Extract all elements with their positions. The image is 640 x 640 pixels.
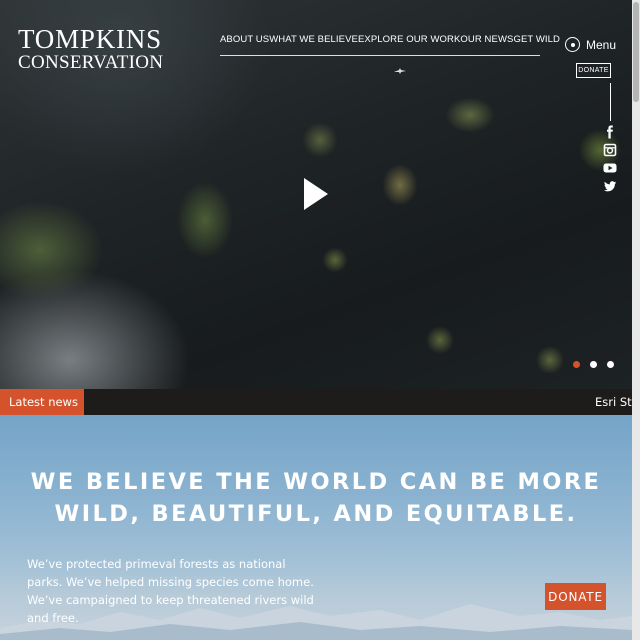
mission-section: WE BELIEVE THE WORLD CAN BE MORE WILD, B…: [0, 415, 632, 640]
main-nav: ABOUT US WHAT WE BELIEVE EXPLORE OUR WOR…: [220, 34, 560, 56]
nav-explore-our-work[interactable]: EXPLORE OUR WORK: [358, 34, 460, 45]
slider-dots: [573, 361, 624, 368]
latest-news-label[interactable]: Latest news: [0, 389, 84, 415]
menu-button[interactable]: Menu: [565, 37, 616, 52]
instagram-icon[interactable]: [603, 143, 617, 157]
nav-about-us[interactable]: ABOUT US: [220, 34, 269, 45]
slide-dot-3[interactable]: [607, 361, 614, 368]
twitter-icon[interactable]: [603, 179, 617, 193]
logo-line-2: CONSERVATION: [18, 52, 164, 73]
donate-button[interactable]: DONATE: [545, 583, 606, 610]
play-icon[interactable]: [302, 176, 330, 212]
bird-decoration: [394, 68, 406, 74]
facebook-icon[interactable]: [603, 125, 617, 139]
nav-get-wild[interactable]: GET WILD: [513, 34, 560, 45]
social-links: [603, 125, 617, 197]
mission-body: We’ve protected primeval forests as nati…: [27, 557, 314, 625]
nav-our-news[interactable]: OUR NEWS: [460, 34, 513, 45]
mission-headline: WE BELIEVE THE WORLD CAN BE MORE WILD, B…: [0, 467, 632, 530]
slide-dot-2[interactable]: [590, 361, 597, 368]
scrollbar-thumb[interactable]: [633, 2, 639, 102]
headline-line-2: WILD, BEAUTIFUL, AND EQUITABLE.: [54, 500, 578, 527]
headline-line-1: WE BELIEVE THE WORLD CAN BE MORE: [30, 469, 602, 495]
slide-dot-1[interactable]: [573, 361, 580, 368]
site-logo[interactable]: TOMPKINS CONSERVATION: [18, 24, 164, 73]
youtube-icon[interactable]: [603, 161, 617, 175]
hero-video[interactable]: TOMPKINS CONSERVATION ABOUT US WHAT WE B…: [0, 0, 632, 389]
news-ticker-text[interactable]: Esri St: [595, 395, 632, 409]
social-divider: [610, 83, 611, 121]
logo-line-1: TOMPKINS: [18, 24, 162, 54]
menu-label: Menu: [586, 37, 617, 52]
header-donate-button[interactable]: DONATE: [576, 63, 611, 78]
page-scrollbar[interactable]: [632, 0, 640, 640]
news-ticker-bar: Latest news Esri St: [0, 389, 632, 415]
nav-what-we-believe[interactable]: WHAT WE BELIEVE: [269, 34, 358, 45]
menu-circle-icon: [565, 37, 580, 52]
